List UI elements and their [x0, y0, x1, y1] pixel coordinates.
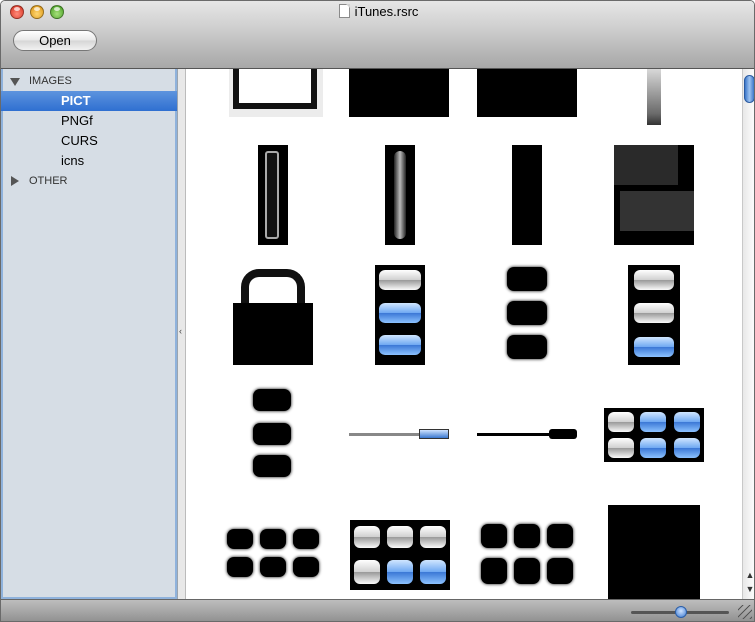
resource-thumb[interactable] — [512, 145, 542, 245]
open-button[interactable]: Open — [13, 30, 97, 51]
image-grid — [187, 69, 743, 599]
bottom-bar — [1, 599, 754, 621]
resource-thumb[interactable] — [385, 145, 415, 245]
sidebar-item-pict[interactable]: PICT — [1, 91, 177, 111]
triangle-down-icon[interactable] — [10, 78, 20, 86]
resource-thumb[interactable] — [477, 429, 577, 441]
app-window: iTunes.rsrc Open IMAGES PICT PNGf CURS i… — [0, 0, 755, 622]
resize-grip-icon[interactable] — [738, 605, 752, 619]
resource-thumb[interactable] — [477, 69, 577, 117]
resource-thumb[interactable] — [225, 529, 321, 579]
scroll-up-arrow-icon[interactable]: ▲ — [745, 569, 754, 581]
scrollbar-thumb[interactable] — [744, 75, 754, 103]
sidebar-item-label: CURS — [61, 133, 98, 148]
resource-thumb[interactable] — [604, 408, 704, 462]
resource-thumb[interactable] — [251, 389, 295, 479]
resource-thumb[interactable] — [229, 69, 323, 117]
resource-thumb[interactable] — [258, 145, 288, 245]
sidebar-item-pngf[interactable]: PNGf — [1, 111, 177, 131]
window-title-text: iTunes.rsrc — [354, 4, 419, 19]
sidebar-item-label: PNGf — [61, 113, 93, 128]
triangle-right-icon[interactable] — [11, 176, 19, 186]
title-toolbar: iTunes.rsrc Open — [1, 1, 754, 69]
resource-thumb[interactable] — [505, 267, 549, 361]
sidebar-item-curs[interactable]: CURS — [1, 131, 177, 151]
sidebar-group-images[interactable]: IMAGES — [1, 71, 177, 91]
sidebar-item-label: icns — [61, 153, 85, 168]
sidebar: IMAGES PICT PNGf CURS icns OTHER — [1, 69, 178, 599]
resource-thumb[interactable] — [375, 265, 425, 365]
resource-thumb[interactable] — [628, 265, 680, 365]
divider-handle-icon[interactable]: ‹ — [179, 327, 183, 336]
sidebar-group-label: IMAGES — [29, 75, 72, 87]
resource-thumb[interactable] — [608, 505, 700, 599]
document-icon — [338, 4, 350, 18]
sidebar-item-label: PICT — [61, 93, 91, 108]
vertical-scrollbar[interactable]: ▲ ▼ — [742, 69, 754, 599]
resource-thumb[interactable] — [477, 524, 577, 586]
resource-thumb[interactable] — [349, 69, 449, 117]
resource-thumb[interactable] — [349, 429, 449, 441]
scroll-down-arrow-icon[interactable]: ▼ — [745, 583, 754, 595]
resource-thumb[interactable] — [350, 520, 450, 590]
zoom-slider-knob[interactable] — [675, 606, 687, 618]
resource-thumb[interactable] — [614, 145, 694, 245]
sidebar-group-label: OTHER — [29, 175, 68, 187]
sidebar-group-other[interactable]: OTHER — [1, 171, 177, 191]
window-title: iTunes.rsrc — [1, 4, 754, 19]
resource-thumb[interactable] — [233, 265, 313, 365]
split-view-divider[interactable]: ‹ — [178, 69, 186, 599]
resource-thumb[interactable] — [647, 69, 661, 125]
sidebar-item-icns[interactable]: icns — [1, 151, 177, 171]
